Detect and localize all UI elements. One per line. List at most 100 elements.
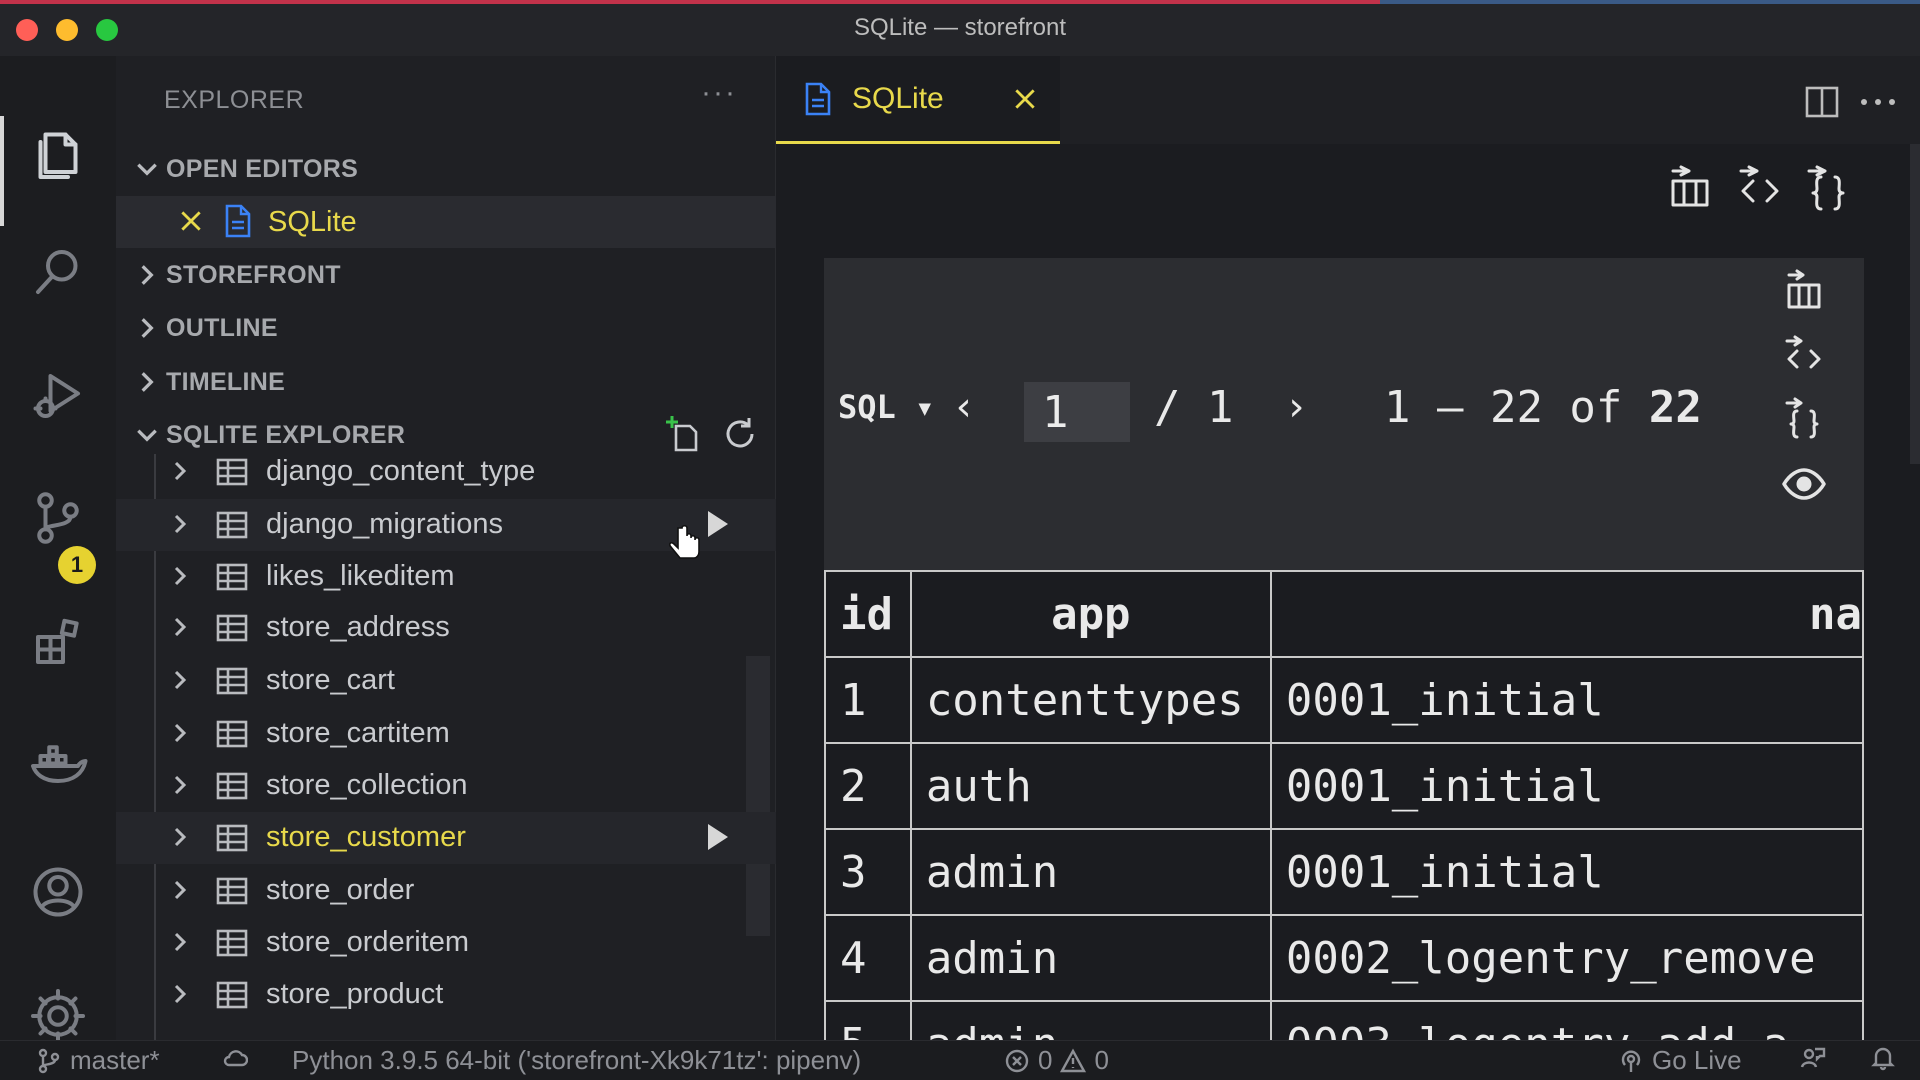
chevron-right-icon (116, 262, 164, 288)
status-bar: master* Python 3.9.5 64-bit ('storefront… (0, 1040, 1920, 1080)
cell-app: admin (909, 828, 1272, 916)
table-item[interactable]: store_address (116, 602, 776, 654)
table-name: store_collection (266, 769, 468, 801)
python-interpreter[interactable]: Python 3.9.5 64-bit ('storefront-Xk9k71t… (292, 1045, 861, 1076)
run-debug-icon[interactable] (20, 358, 96, 434)
export-csv-icon[interactable] (1664, 162, 1716, 214)
table-item[interactable]: store_cartitem (116, 708, 776, 760)
problems-indicator[interactable]: 0 0 (1004, 1045, 1109, 1076)
export-sql-icon[interactable] (1734, 162, 1786, 214)
title-accent-bar-2 (1380, 0, 1920, 4)
section-label: STOREFRONT (166, 260, 341, 289)
export-json-icon[interactable] (1802, 162, 1854, 214)
notifications-button[interactable] (1870, 1045, 1896, 1071)
section-outline[interactable]: OUTLINE (116, 303, 776, 353)
split-editor-icon[interactable] (1804, 84, 1840, 120)
tab-sqlite[interactable]: SQLite (776, 56, 1060, 144)
title-accent-bar (0, 0, 1380, 4)
table-row: 2 auth 0001_initial (824, 742, 1864, 830)
broadcast-icon (1621, 1050, 1641, 1072)
explorer-icon[interactable] (20, 114, 96, 190)
table-icon (216, 824, 248, 852)
table-item[interactable]: store_cart (116, 655, 776, 707)
page-number-input[interactable] (1024, 382, 1130, 442)
table-icon (216, 563, 248, 591)
previous-page-button[interactable]: ‹ (952, 384, 976, 430)
section-label: OUTLINE (166, 313, 278, 342)
table-name: store_address (266, 611, 450, 643)
section-timeline[interactable]: TIMELINE (116, 357, 776, 407)
chevron-right-icon (168, 825, 192, 854)
explorer-sidebar: EXPLORER ··· OPEN EDITORS SQLite STOREFR… (116, 56, 776, 1040)
column-header-app[interactable]: app (909, 570, 1272, 658)
cell-name: 0002_logentry_remove (1269, 914, 1864, 1002)
cell-app: admin (909, 914, 1272, 1002)
table-item[interactable]: store_order (116, 865, 776, 917)
live-share-button[interactable] (1800, 1045, 1826, 1071)
results-table: id app na 1 contenttypes 0001_initial 2 auth… (824, 570, 1864, 1040)
table-item[interactable]: store_orderitem (116, 917, 776, 969)
extensions-icon[interactable] (20, 604, 96, 680)
cell-id: 5 (824, 1000, 912, 1040)
table-row: 1 contenttypes 0001_initial (824, 656, 1864, 744)
table-icon (216, 667, 248, 695)
branch-indicator[interactable]: master* (36, 1045, 160, 1076)
chevron-right-icon (168, 564, 192, 593)
sql-mode-dropdown[interactable]: SQL ▾ (838, 388, 934, 426)
go-live-label: Go Live (1652, 1045, 1742, 1075)
table-item[interactable]: store_customer (116, 812, 776, 864)
close-icon[interactable] (178, 208, 204, 234)
source-control-icon[interactable] (20, 480, 96, 556)
table-item[interactable]: django_content_type (116, 446, 776, 498)
search-icon[interactable] (20, 234, 96, 310)
account-icon[interactable] (20, 854, 96, 930)
export-csv-icon[interactable] (1778, 264, 1830, 316)
table-row: 3 admin 0001_initial (824, 828, 1864, 916)
eye-icon[interactable] (1778, 458, 1830, 510)
table-icon (216, 929, 248, 957)
column-header-id[interactable]: id (824, 570, 912, 658)
activity-bar: 1 (0, 56, 116, 1043)
cell-app: admin (909, 1000, 1272, 1040)
more-actions-icon[interactable] (1858, 84, 1898, 120)
panel-export-icons (1768, 258, 1848, 570)
cell-id: 2 (824, 742, 912, 830)
table-header-row: id app na (824, 570, 1864, 658)
window-title: SQLite — storefront (853, 14, 1067, 41)
next-page-button[interactable]: › (1284, 384, 1308, 430)
table-name: django_content_type (266, 455, 536, 487)
table-item[interactable]: store_collection (116, 760, 776, 812)
table-icon (216, 614, 248, 642)
export-json-icon[interactable] (1778, 392, 1830, 444)
table-item[interactable]: store_product (116, 969, 776, 1021)
open-editor-item[interactable]: SQLite (116, 196, 776, 248)
run-table-icon[interactable] (708, 511, 728, 537)
sync-button[interactable] (222, 1045, 248, 1071)
file-icon (805, 82, 831, 116)
column-header-name[interactable]: na (1269, 570, 1864, 658)
cell-id: 3 (824, 828, 912, 916)
hand-cursor-icon (668, 524, 700, 559)
section-storefront[interactable]: STOREFRONT (116, 250, 776, 300)
chevron-right-icon (116, 369, 164, 395)
sidebar-more-button[interactable]: ··· (701, 76, 737, 110)
chevron-down-icon (116, 156, 164, 182)
cell-name: 0001_initial (1269, 742, 1864, 830)
page-total: / 1 (1154, 382, 1234, 433)
query-panel: SQL ▾ ‹ / 1 › 1 – 22 of 22 (824, 258, 1864, 570)
table-name: store_product (266, 978, 444, 1010)
docker-icon[interactable] (20, 728, 96, 804)
export-sql-icon[interactable] (1778, 330, 1830, 382)
editor-scrollbar[interactable] (1910, 144, 1920, 464)
table-name: store_cart (266, 664, 395, 696)
table-icon (216, 981, 248, 1009)
git-branch-icon (38, 1048, 60, 1073)
table-name: store_customer (266, 821, 466, 853)
go-live-button[interactable]: Go Live (1618, 1045, 1742, 1076)
sidebar-title: EXPLORER (164, 86, 305, 114)
table-icon (216, 511, 248, 539)
tab-bar: SQLite (776, 56, 1920, 144)
run-table-icon[interactable] (708, 824, 728, 850)
close-tab-icon[interactable] (1012, 86, 1038, 112)
section-open-editors[interactable]: OPEN EDITORS (116, 144, 776, 194)
